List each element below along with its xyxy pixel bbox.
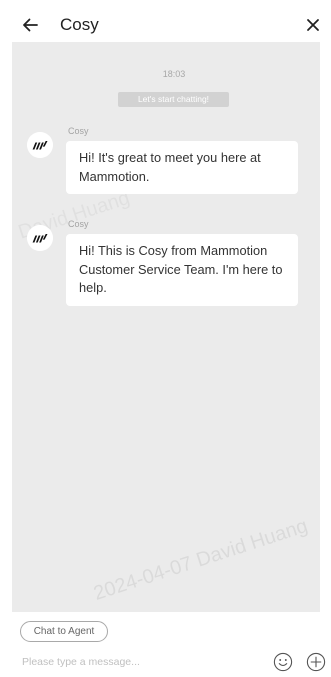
back-button[interactable]: [18, 13, 42, 37]
emoji-button[interactable]: [273, 652, 293, 672]
arrow-left-icon[interactable]: [20, 15, 40, 35]
mammotion-logo-icon: [27, 132, 53, 158]
page-title: Cosy: [60, 15, 99, 34]
system-notice: Let's start chatting!: [118, 92, 229, 107]
sender-name: Cosy: [68, 126, 89, 136]
close-button[interactable]: [302, 14, 324, 36]
avatar: [27, 132, 53, 158]
chat-timestamp: 18:03: [162, 69, 186, 79]
plus-circle-icon[interactable]: [306, 652, 326, 672]
mammotion-logo-icon: [27, 225, 53, 251]
sender-name: Cosy: [68, 219, 89, 229]
message-bubble: Hi! It's great to meet you here at Mammo…: [66, 141, 298, 194]
close-icon[interactable]: [305, 17, 321, 33]
smiley-icon[interactable]: [273, 652, 293, 672]
chat-header: Cosy: [0, 0, 331, 42]
chat-message-area[interactable]: 2024-04-07 David Huang 2024-04-07 David …: [12, 42, 320, 612]
watermark: 2024-04-07 David Huang: [91, 514, 311, 605]
chat-to-agent-button[interactable]: Chat to Agent: [20, 621, 108, 642]
attach-button[interactable]: [306, 652, 326, 672]
message-input[interactable]: [22, 652, 267, 672]
message-bubble: Hi! This is Cosy from Mammotion Customer…: [66, 234, 298, 306]
avatar: [27, 225, 53, 251]
